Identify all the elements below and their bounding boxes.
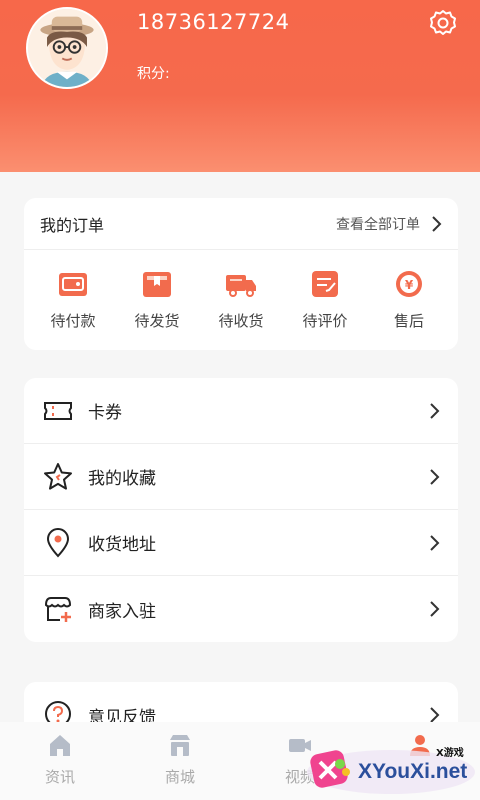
chevron-right-icon — [430, 534, 440, 551]
profile-header: 18736127724 积分: — [0, 0, 480, 172]
menu-item-label: 商家入驻 — [88, 601, 156, 622]
order-status-label: 待发货 — [134, 312, 180, 330]
order-status-pending-review[interactable]: 待评价 — [284, 268, 366, 331]
order-status-after-sales[interactable]: ¥ 售后 — [368, 268, 450, 331]
order-status-row: 待付款 待发货 待收货 待评价 ¥ 售后 — [24, 250, 458, 331]
order-status-pending-receipt[interactable]: 待收货 — [200, 268, 282, 331]
nav-label: 资讯 — [44, 768, 75, 786]
location-icon — [46, 527, 70, 557]
chevron-right-icon — [432, 215, 442, 232]
order-status-label: 待评价 — [302, 312, 348, 330]
wallet-icon — [59, 273, 87, 296]
view-all-orders-link[interactable]: 查看全部订单 — [336, 214, 442, 234]
menu-item-merchant[interactable]: 商家入驻 — [24, 576, 458, 642]
avatar-illustration — [28, 9, 106, 87]
menu-item-label: 卡券 — [88, 403, 122, 423]
menu-item-label: 收货地址 — [88, 535, 156, 555]
gear-icon[interactable] — [428, 8, 458, 38]
svg-text:¥: ¥ — [405, 278, 414, 292]
watermark-small-text: X游戏 — [436, 748, 464, 759]
phone-number: 18736127724 — [137, 10, 290, 34]
star-icon — [44, 462, 72, 490]
store-icon — [44, 597, 72, 622]
nav-item-mall[interactable]: 商城 — [120, 722, 240, 800]
box-icon — [143, 272, 171, 297]
menu-item-favorites[interactable]: 我的收藏 — [24, 444, 458, 510]
order-status-label: 待收货 — [218, 312, 264, 330]
review-icon — [312, 271, 338, 297]
chevron-right-icon — [430, 601, 440, 617]
home-icon — [50, 735, 70, 756]
nav-item-news[interactable]: 资讯 — [0, 722, 120, 800]
menu-item-address[interactable]: 收货地址 — [24, 510, 458, 576]
chevron-right-icon — [430, 468, 440, 485]
menu-card: 卡券 我的收藏 收货地址 商家入驻 — [24, 378, 458, 642]
shop-icon — [170, 735, 190, 756]
chevron-right-icon — [430, 402, 440, 419]
view-all-label: 查看全部订单 — [336, 216, 420, 233]
orders-header[interactable]: 我的订单 查看全部订单 — [24, 198, 458, 250]
ticket-icon — [44, 401, 72, 420]
refund-icon: ¥ — [396, 271, 422, 297]
truck-icon — [226, 275, 256, 297]
avatar[interactable] — [26, 7, 108, 89]
order-status-label: 待付款 — [50, 312, 96, 330]
menu-item-coupons[interactable]: 卡券 — [24, 378, 458, 444]
watermark-big-text: XYouXi.net — [358, 760, 468, 783]
orders-title: 我的订单 — [40, 215, 105, 235]
orders-card: 我的订单 查看全部订单 待付款 待发货 待收货 待评价 ¥ 售后 — [24, 198, 458, 350]
order-status-pending-shipment[interactable]: 待发货 — [116, 268, 198, 331]
order-status-pending-payment[interactable]: 待付款 — [32, 268, 114, 331]
points-label: 积分: — [137, 66, 170, 82]
nav-label: 商城 — [164, 768, 195, 786]
menu-item-label: 我的收藏 — [88, 469, 156, 489]
order-status-label: 售后 — [393, 312, 424, 330]
